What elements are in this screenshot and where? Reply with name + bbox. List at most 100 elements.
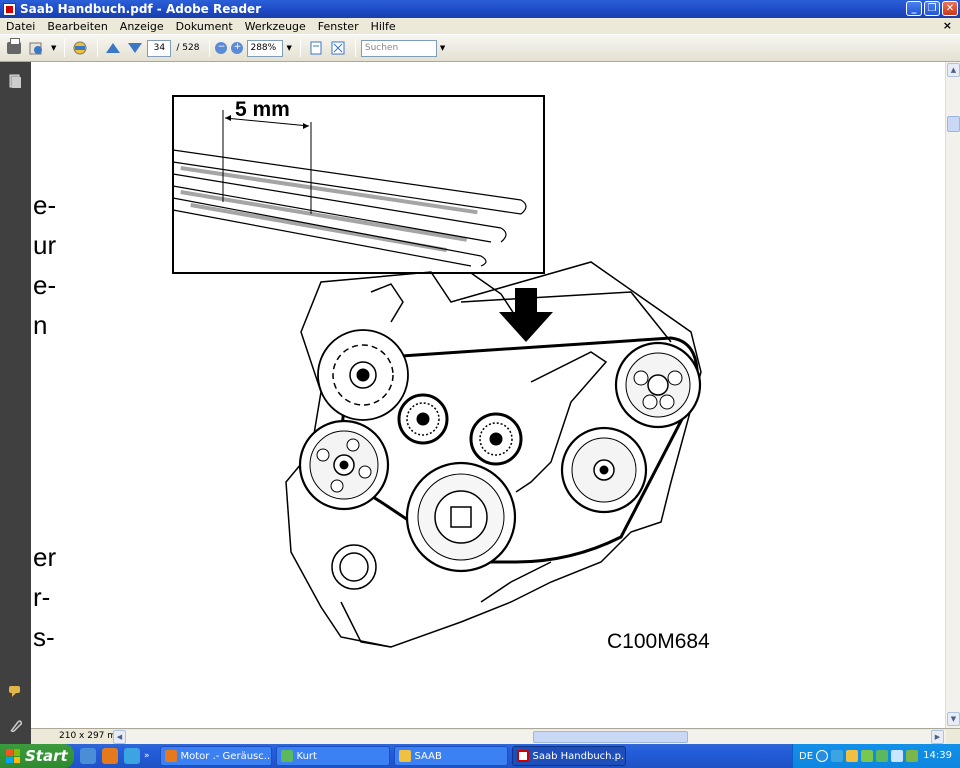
next-page-button[interactable] [125,38,145,58]
firefox-quicklaunch-icon[interactable] [102,748,118,764]
vertical-scroll-thumb[interactable] [947,116,960,132]
page-number-input[interactable]: 34 [147,39,172,57]
search-input[interactable]: Suchen [360,39,437,57]
folder-icon [398,750,411,762]
zoom-input[interactable]: 288% [247,39,284,57]
minimize-button[interactable]: _ [906,1,922,16]
arrow-down-icon [128,43,143,53]
pages-icon[interactable] [8,74,22,88]
show-desktop-icon[interactable] [80,748,96,764]
menu-anzeige[interactable]: Anzeige [114,20,170,33]
vertical-scrollbar[interactable]: ▲ ▼ [945,62,960,728]
messenger-tray-icon[interactable] [861,750,874,762]
task-label: Motor .- Geräusc... [180,750,272,762]
horizontal-scrollbar[interactable]: ◀ ▶ [113,730,946,744]
menu-datei[interactable]: Datei [0,20,41,33]
fullscreen-button[interactable] [328,38,348,58]
ie-quicklaunch-icon[interactable] [124,748,140,764]
clock: 14:39 [923,750,952,761]
menu-fenster[interactable]: Fenster [312,20,365,33]
start-button[interactable]: Start [0,744,74,768]
belt-inset: 5 mm [172,95,545,274]
fullscreen-icon [331,41,345,55]
toolbar: ▼ 34 / 528 − + 288% ▼ Suchen ▼ [0,35,960,62]
menu-dokument[interactable]: Dokument [170,20,239,33]
toolbar-separator [209,39,211,57]
tensioner-pulley [469,412,523,466]
print-button[interactable] [4,38,24,58]
system-tray: DE 14:39 [792,744,960,768]
inset-label: 5 mm [235,98,290,121]
engine-belt-diagram: 5 mm [172,95,702,648]
toolbar-separator [299,39,301,57]
share-button[interactable] [26,38,46,58]
scroll-right-button[interactable]: ▶ [931,730,944,744]
task-label: SAAB [414,750,442,762]
status-bar: 210 x 297 mm ◀ ▶ [31,728,960,744]
adobe-reader-icon [3,2,16,16]
figure-caption: C100M684 [607,630,710,653]
print-icon [7,38,21,54]
attachments-icon[interactable] [8,718,22,732]
share-dropdown-icon[interactable]: ▼ [51,44,56,52]
close-button[interactable]: ✕ [942,1,958,16]
volume-icon[interactable] [906,750,919,762]
comments-icon[interactable] [8,684,22,698]
menu-werkzeuge[interactable]: Werkzeuge [239,20,312,33]
crankshaft-pulley [405,461,517,573]
windows-logo-icon [6,749,20,763]
quicklaunch-more-icon[interactable]: » [144,751,150,761]
menu-bar: Datei Bearbeiten Anzeige Dokument Werkze… [0,18,960,35]
zoom-in-button[interactable]: + [231,42,244,54]
messenger-icon [280,750,293,762]
menu-hilfe[interactable]: Hilfe [365,20,402,33]
water-pump-pulley [614,341,702,429]
review-button[interactable] [70,38,90,58]
fit-page-button[interactable] [306,38,326,58]
share-icon [29,42,42,55]
arrow-indicator [499,288,553,342]
title-bar: Saab Handbuch.pdf - Adobe Reader _ ❐ ✕ [0,0,960,18]
shield-icon[interactable] [876,750,889,762]
close-document-button[interactable]: × [943,19,952,32]
arrow-up-icon [106,43,121,53]
mail-icon[interactable] [846,750,859,762]
search-dropdown-icon[interactable]: ▼ [440,44,445,52]
toolbar-separator [97,39,99,57]
tray-expand-icon[interactable] [816,750,829,762]
previous-page-button[interactable] [103,38,123,58]
navigation-pane [0,62,31,744]
task-label: Kurt [296,750,317,762]
page-total: / 528 [176,43,200,53]
task-adobe-reader[interactable]: Saab Handbuch.p... [511,746,626,766]
zoom-dropdown-icon[interactable]: ▼ [286,44,291,52]
document-view[interactable]: e- ur e- n er r- s- 5 mm C100M684 [31,62,945,728]
zoom-out-button[interactable]: − [215,42,228,54]
scroll-up-button[interactable]: ▲ [947,63,960,77]
scroll-down-button[interactable]: ▼ [947,712,960,726]
task-messenger[interactable]: Kurt [275,746,390,766]
task-firefox[interactable]: Motor .- Geräusc... [159,746,272,766]
fit-page-icon [310,41,322,55]
alternator-pulley [317,329,409,421]
toolbar-separator [354,39,356,57]
task-folder[interactable]: SAAB [393,746,508,766]
task-label: Saab Handbuch.p... [532,750,626,762]
toolbar-separator [64,39,66,57]
window-title: Saab Handbuch.pdf - Adobe Reader [20,2,262,16]
scroll-left-button[interactable]: ◀ [113,730,126,744]
ac-compressor-pulley [560,426,648,514]
horizontal-scroll-thumb[interactable] [533,731,688,743]
menu-bearbeiten[interactable]: Bearbeiten [41,20,113,33]
language-indicator[interactable]: DE [799,751,813,762]
gmail-icon[interactable] [891,750,904,762]
pdf-icon [516,750,529,762]
idler-pulley [397,393,449,445]
start-label: Start [25,747,68,765]
maximize-button[interactable]: ❐ [924,1,940,16]
network-icon[interactable] [831,750,844,762]
power-steering-pulley [298,419,390,511]
firefox-icon [164,750,177,762]
taskbar: Start » Motor .- Geräusc... Kurt SAAB Sa… [0,744,960,768]
review-icon [73,41,87,55]
